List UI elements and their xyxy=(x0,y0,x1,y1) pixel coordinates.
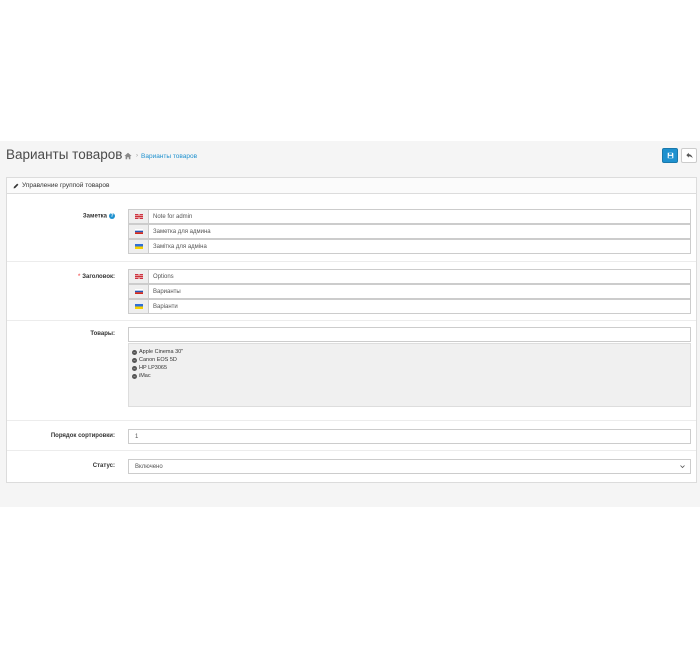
lang-addon xyxy=(128,209,148,224)
note-label: Заметка? xyxy=(82,213,115,220)
remove-icon[interactable]: − xyxy=(132,365,137,371)
title-input-ru: Варианты xyxy=(128,284,691,299)
panel-heading-text: Управление группой товаров xyxy=(22,182,110,189)
product-item: − iMac xyxy=(132,373,151,379)
title-field-ua[interactable]: Варіанти xyxy=(148,299,691,314)
status-select[interactable]: Включено xyxy=(128,459,691,474)
flag-gb-icon xyxy=(134,214,143,219)
note-input-en: Note for admin xyxy=(128,209,691,224)
status-select-value: Включено xyxy=(135,463,163,470)
breadcrumb-link[interactable]: Варианты товаров xyxy=(141,153,197,160)
products-row: Товары: − Apple Cinema 30" − Canon EOS 5D … xyxy=(7,320,696,420)
lang-addon xyxy=(128,269,148,284)
remove-icon[interactable]: − xyxy=(132,357,137,363)
note-row: Заметка? Note for admin Заметка для адми… xyxy=(7,194,696,257)
home-icon[interactable] xyxy=(124,152,132,160)
remove-icon[interactable]: − xyxy=(132,349,137,355)
lang-addon xyxy=(128,299,148,314)
save-icon xyxy=(667,152,673,159)
page-header: Варианты товаров › Варианты товаров xyxy=(0,141,700,173)
panel-heading: Управление группой товаров xyxy=(7,178,696,194)
help-icon[interactable]: ? xyxy=(109,213,115,219)
note-field-ru[interactable]: Заметка для админа xyxy=(148,224,691,239)
pencil-icon xyxy=(13,183,19,188)
flag-gb-icon xyxy=(134,274,143,279)
title-field-ru[interactable]: Варианты xyxy=(148,284,691,299)
lang-addon xyxy=(128,284,148,299)
sort-order-row: Порядок сортировки: 1 xyxy=(7,420,696,450)
product-group-panel: Управление группой товаров Заметка? Note… xyxy=(6,177,697,483)
lang-addon xyxy=(128,224,148,239)
note-field-ua[interactable]: Замітка для адміна xyxy=(148,239,691,254)
products-autocomplete-input[interactable] xyxy=(128,327,691,342)
flag-ua-icon xyxy=(134,244,143,249)
status-row: Статус: Включено xyxy=(7,450,696,482)
title-row: * Заголовок: Options Варианты Варіанти xyxy=(7,261,696,320)
products-well: − Apple Cinema 30" − Canon EOS 5D − HP LP30… xyxy=(128,343,691,407)
products-label: Товары: xyxy=(90,331,115,337)
note-input-ua: Замітка для адміна xyxy=(128,239,691,254)
breadcrumb-separator: › xyxy=(136,153,138,159)
product-item: − Canon EOS 5D xyxy=(132,357,177,363)
back-button[interactable] xyxy=(681,148,697,163)
product-item: − Apple Cinema 30" xyxy=(132,349,184,355)
title-field-en[interactable]: Options xyxy=(148,269,691,284)
save-button[interactable] xyxy=(662,148,678,163)
note-input-ru: Заметка для админа xyxy=(128,224,691,239)
note-field-en[interactable]: Note for admin xyxy=(148,209,691,224)
lang-addon xyxy=(128,239,148,254)
flag-ru-icon xyxy=(134,229,143,234)
admin-page: Варианты товаров › Варианты товаров Упра… xyxy=(0,141,700,507)
flag-ru-icon xyxy=(134,289,143,294)
title-label: * Заголовок: xyxy=(77,274,115,280)
product-item: − HP LP3065 xyxy=(132,365,168,371)
status-label: Статус: xyxy=(92,463,115,469)
breadcrumb: › Варианты товаров xyxy=(124,152,197,160)
title-input-en: Options xyxy=(128,269,691,284)
remove-icon[interactable]: − xyxy=(132,373,137,379)
reply-icon xyxy=(685,152,693,159)
page-title: Варианты товаров xyxy=(6,147,123,162)
chevron-down-icon xyxy=(680,465,685,469)
flag-ua-icon xyxy=(134,304,143,309)
sort-order-input[interactable]: 1 xyxy=(128,429,691,444)
sort-order-label: Порядок сортировки: xyxy=(50,433,115,439)
title-input-ua: Варіанти xyxy=(128,299,691,314)
